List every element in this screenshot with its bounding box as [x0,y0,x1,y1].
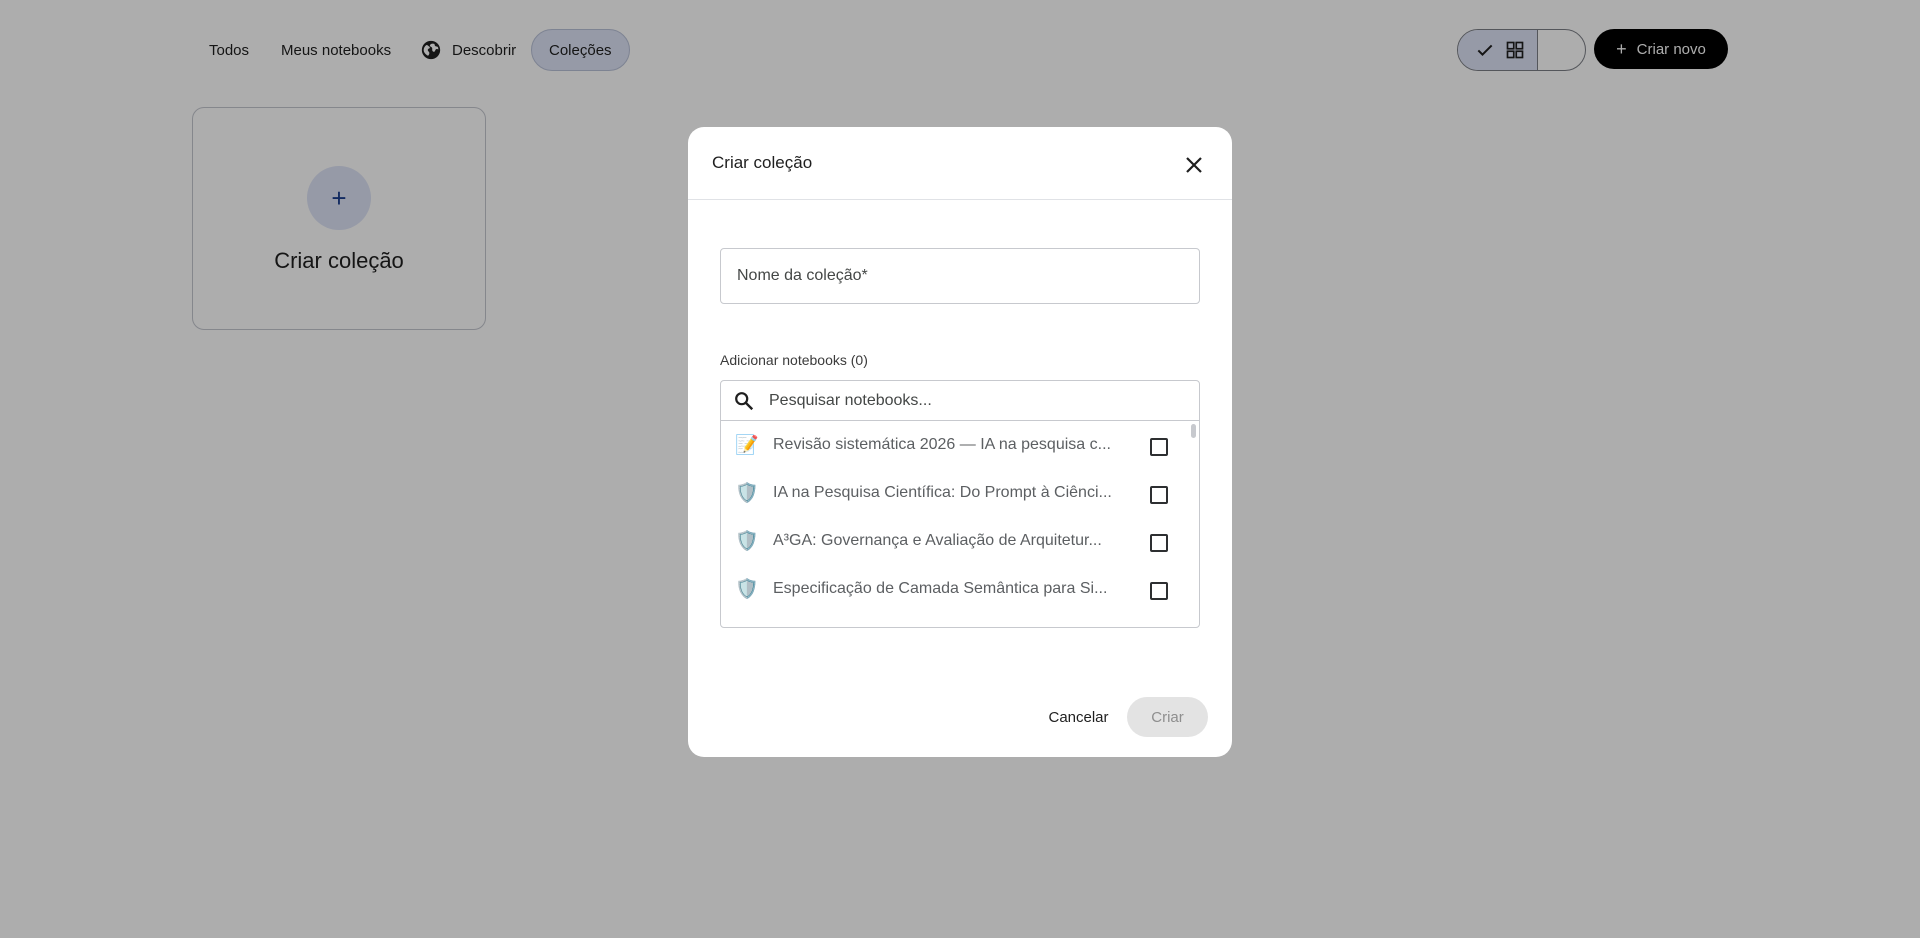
close-button[interactable] [1180,151,1208,179]
collection-name-field[interactable] [720,248,1200,304]
notebook-title: Especificação de Camada Semântica para S… [773,580,1108,597]
create-button: Criar [1127,697,1208,737]
list-scrollbar[interactable] [1191,424,1196,438]
shield-icon: 🛡️ [735,483,759,504]
notebook-search-row [721,381,1199,421]
add-notebooks-label: Adicionar notebooks (0) [720,352,868,368]
notebook-checkbox[interactable] [1150,486,1168,504]
notebook-checkbox[interactable] [1150,582,1168,600]
shield-icon: 🛡️ [735,531,759,552]
shield-icon: 🛡️ [735,579,759,600]
notebook-checkbox[interactable] [1150,438,1168,456]
dialog-title: Criar coleção [712,153,813,172]
create-collection-dialog: Criar coleção Adicionar notebooks (0) 📝 … [688,127,1232,757]
list-item[interactable]: 🛡️ Especificação de Camada Semântica par… [721,565,1189,613]
cancel-button[interactable]: Cancelar [1040,697,1117,737]
list-item[interactable]: 🛡️ A³GA: Governança e Avaliação de Arqui… [721,517,1189,565]
notebook-search-input[interactable] [769,381,1189,420]
list-item[interactable]: 🛡️ IA na Pesquisa Científica: Do Prompt … [721,469,1189,517]
notebook-list: 📝 Revisão sistemática 2026 — IA na pesqu… [721,421,1199,627]
memo-icon: 📝 [735,435,759,456]
notebook-title: Revisão sistemática 2026 — IA na pesquis… [773,436,1111,453]
dialog-header: Criar coleção [688,127,1232,200]
notebook-title: A³GA: Governança e Avaliação de Arquitet… [773,532,1102,549]
search-icon [735,392,754,411]
list-item[interactable]: 📝 Revisão sistemática 2026 — IA na pesqu… [721,421,1189,469]
notebook-checkbox[interactable] [1150,534,1168,552]
close-icon [1186,157,1202,173]
notebook-picker: 📝 Revisão sistemática 2026 — IA na pesqu… [720,380,1200,628]
notebook-title: IA na Pesquisa Científica: Do Prompt à C… [773,484,1112,501]
